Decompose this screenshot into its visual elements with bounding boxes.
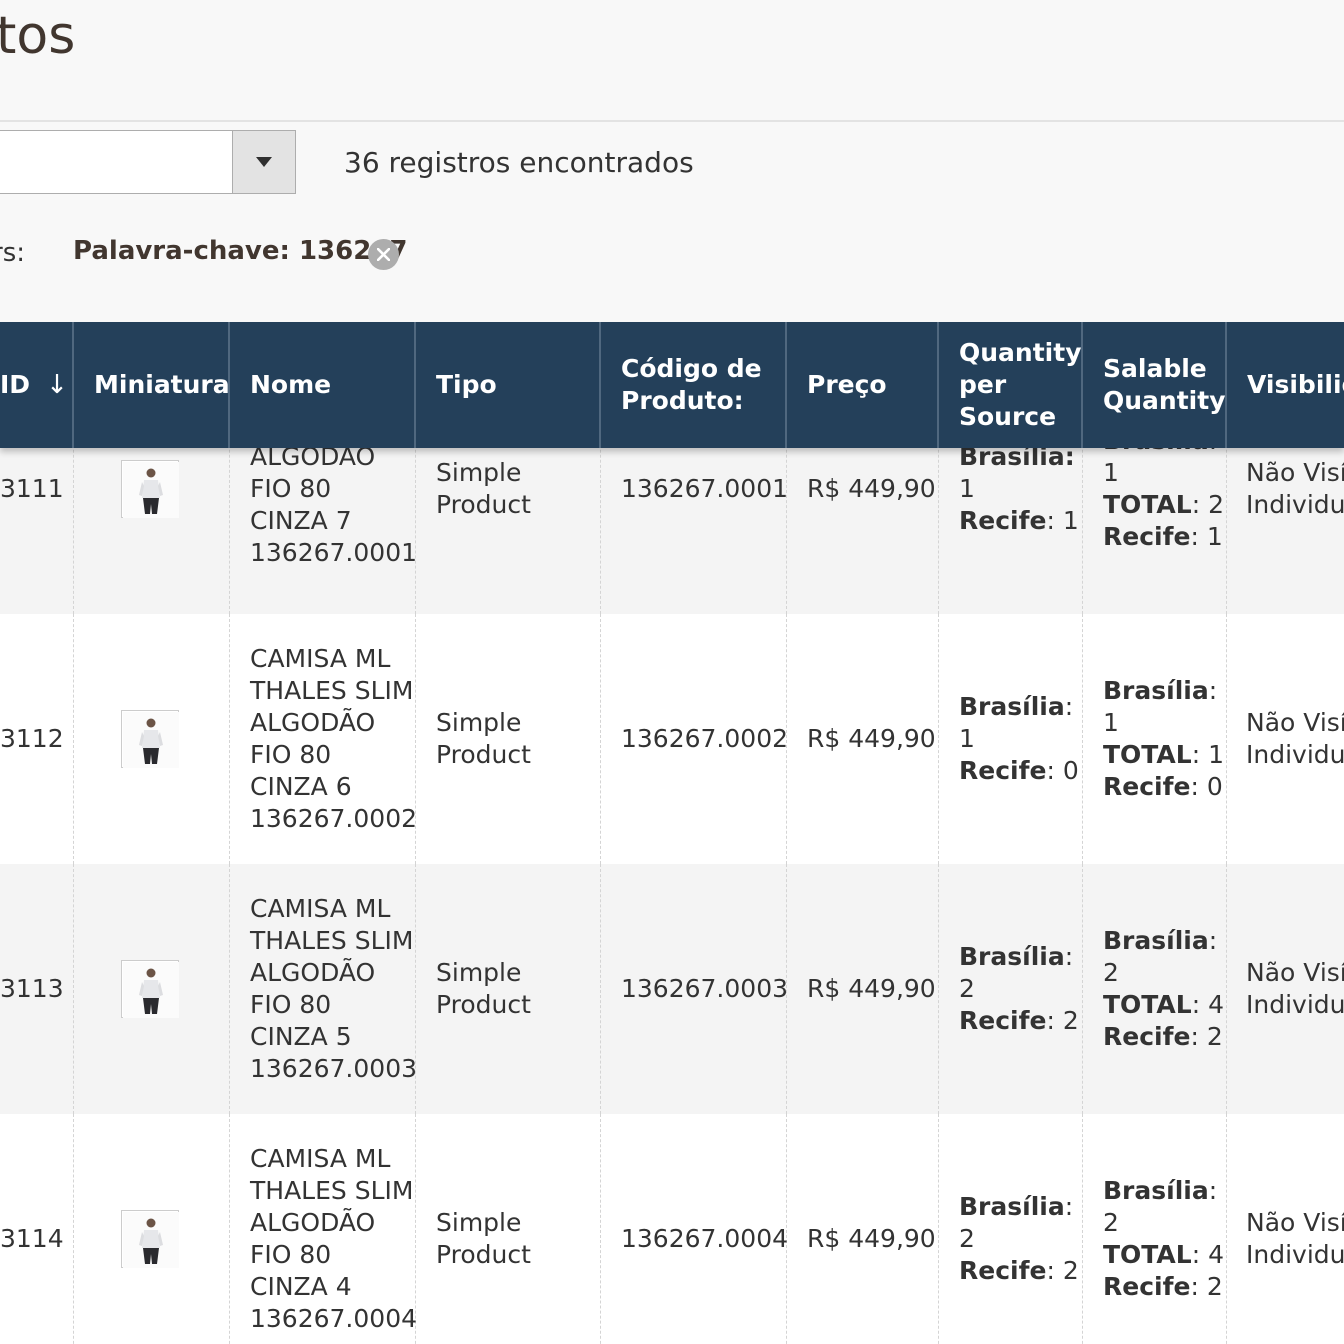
product-image xyxy=(123,1212,179,1268)
page-title: tos xyxy=(0,6,76,66)
product-thumbnail[interactable] xyxy=(121,460,179,518)
table-row[interactable]: 3114 CAMISA ML THALES SLIM ALGODÃO FIO 8… xyxy=(0,1114,1344,1344)
column-header-salable-quantity: Salable Quantity xyxy=(1083,322,1227,448)
actions-select[interactable] xyxy=(0,130,296,194)
chevron-down-icon xyxy=(256,157,272,167)
column-header-name[interactable]: Nome xyxy=(230,322,416,448)
cell-type: Simple Product xyxy=(436,708,531,769)
grid-header: ID ↓ Miniatura Nome Tipo Código de Produ… xyxy=(0,322,1344,448)
cell-id: 3114 xyxy=(0,1224,64,1253)
product-thumbnail[interactable] xyxy=(121,1210,179,1268)
cell-sku: 136267.0004 xyxy=(621,1224,789,1253)
product-image xyxy=(123,962,179,1018)
cell-visibility: Não Visív Individua xyxy=(1246,708,1344,769)
cell-price: R$ 449,90 xyxy=(807,974,936,1003)
column-header-visibility[interactable]: Visibilida xyxy=(1227,322,1344,448)
keyword-filter-chip: Palavra-chave: 136267 xyxy=(73,236,408,266)
close-icon xyxy=(377,248,390,261)
product-thumbnail[interactable] xyxy=(121,710,179,768)
cell-visibility: Não Visív Individua xyxy=(1246,958,1344,1019)
active-filters-label: rs: xyxy=(0,238,25,268)
cell-type: Simple Product xyxy=(436,958,531,1019)
cell-name: CAMISA ML THALES SLIM ALGODÃO FIO 80 CIN… xyxy=(250,644,418,833)
table-row[interactable]: 3113 CAMISA ML THALES SLIM ALGODÃO FIO 8… xyxy=(0,864,1344,1114)
cell-price: R$ 449,90 xyxy=(807,724,936,753)
product-image xyxy=(123,712,179,768)
column-header-thumbnail: Miniatura xyxy=(74,322,230,448)
table-row[interactable]: 3112 CAMISA ML THALES SLIM ALGODÃO FIO 8… xyxy=(0,614,1344,864)
cell-quantity-per-source: Brasília: 2 Recife: 2 xyxy=(959,942,1079,1035)
cell-name: CAMISA ML THALES SLIM ALGODÃO FIO 80 CIN… xyxy=(250,894,418,1083)
product-grid: ID ↓ Miniatura Nome Tipo Código de Produ… xyxy=(0,322,1344,1344)
arrow-down-icon: ↓ xyxy=(46,370,68,400)
cell-price: R$ 449,90 xyxy=(807,1224,936,1253)
product-image xyxy=(123,462,179,518)
column-header-price[interactable]: Preço xyxy=(787,322,939,448)
cell-id: 3112 xyxy=(0,724,64,753)
cell-quantity-per-source: Brasília: 1 Recife: 0 xyxy=(959,692,1079,785)
cell-salable-quantity: Brasília: 1 TOTAL: 1 Recife: 0 xyxy=(1103,676,1224,801)
cell-sku: 136267.0003 xyxy=(621,974,789,1003)
column-header-id[interactable]: ID ↓ xyxy=(0,322,74,448)
cell-type: Simple Product xyxy=(436,1208,531,1269)
records-count: 36 registros encontrados xyxy=(344,146,694,179)
cell-salable-quantity: Brasília: 2 TOTAL: 4 Recife: 2 xyxy=(1103,1176,1224,1301)
column-header-sku[interactable]: Código de Produto: xyxy=(601,322,787,448)
remove-filter-button[interactable] xyxy=(368,239,399,270)
select-toggle-button[interactable] xyxy=(232,131,295,193)
cell-sku: 136267.0002 xyxy=(621,724,789,753)
cell-name: CAMISA ML THALES SLIM ALGODÃO FIO 80 CIN… xyxy=(250,1144,418,1333)
title-divider xyxy=(0,120,1344,122)
product-thumbnail[interactable] xyxy=(121,960,179,1018)
column-header-quantity-per-source: Quantity per Source xyxy=(939,322,1083,448)
cell-salable-quantity: Brasília: 2 TOTAL: 4 Recife: 2 xyxy=(1103,926,1224,1051)
column-header-type[interactable]: Tipo xyxy=(416,322,601,448)
cell-id: 3113 xyxy=(0,974,64,1003)
cell-quantity-per-source: Brasília: 2 Recife: 2 xyxy=(959,1192,1079,1285)
cell-visibility: Não Visív Individua xyxy=(1246,1208,1344,1269)
